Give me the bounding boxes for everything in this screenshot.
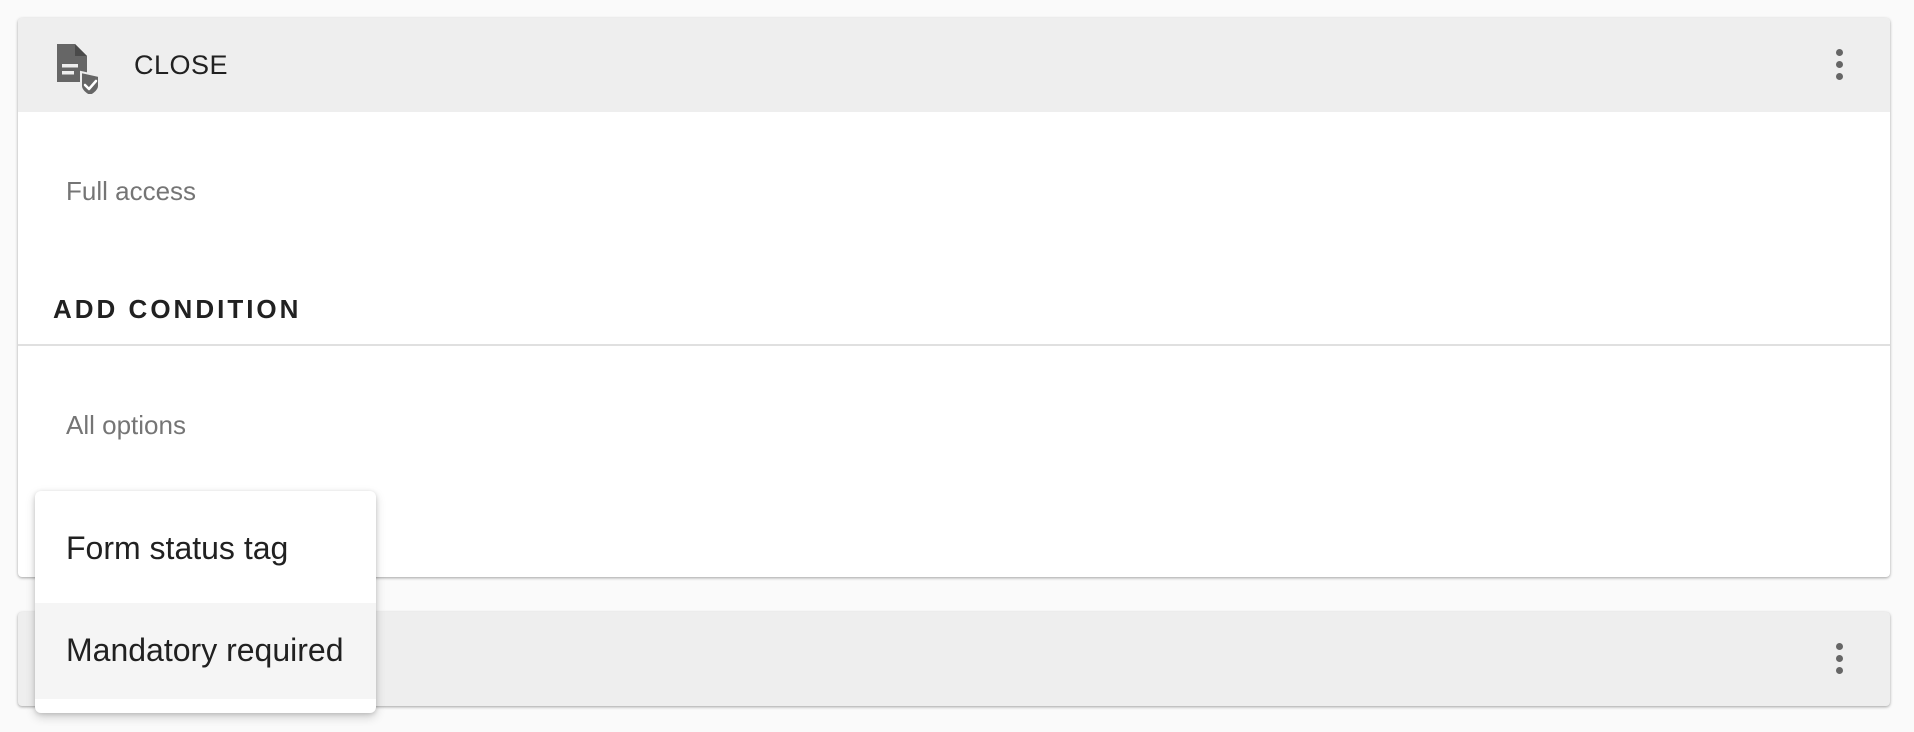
more-vert-icon[interactable] [1828,45,1852,85]
menu-item-label: Mandatory required [66,632,344,668]
page: CLOSE Full access ADD CONDITION All opti… [0,0,1914,732]
condition-dropdown-menu: Form status tag Mandatory required [35,491,376,713]
dot [1836,667,1843,674]
dot [1836,655,1843,662]
menu-item-mandatory-required[interactable]: Mandatory required [35,603,376,699]
divider [18,344,1890,346]
add-condition-button[interactable]: ADD CONDITION [53,294,301,325]
dot [1836,73,1843,80]
access-level-text: Full access [66,176,197,206]
options-text: All options [66,410,186,440]
more-vert-icon[interactable] [1828,639,1852,679]
menu-item-form-status-tag[interactable]: Form status tag [35,501,376,597]
dot [1836,61,1843,68]
menu-item-label: Form status tag [66,530,289,566]
card-title: CLOSE [134,50,229,80]
dot [1836,49,1843,56]
document-check-icon [51,42,103,98]
card-header[interactable]: CLOSE [18,18,1890,112]
dot [1836,643,1843,650]
